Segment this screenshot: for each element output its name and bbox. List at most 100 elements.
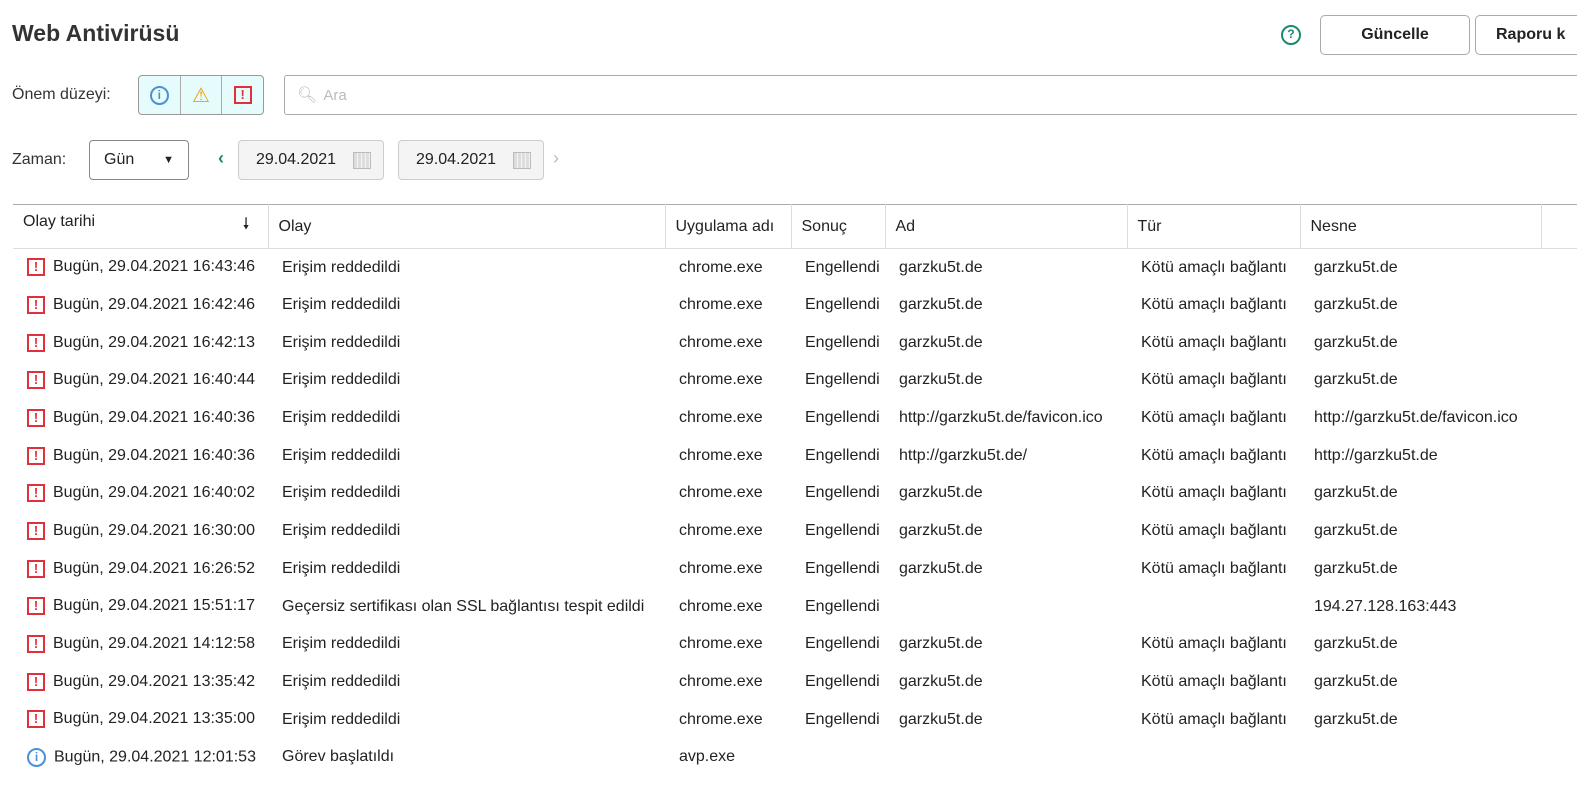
cell-result: Engellendi [805,409,880,427]
error-icon: ! [233,86,252,104]
cell-result: Engellendi [805,710,880,728]
events-table: Olay tarihi 🠗 Olay Uygulama adı Sonuç Ad … [13,204,1577,776]
cell-name: garzku5t.de [899,672,983,690]
date-from-field[interactable]: 29.04.2021 [238,140,384,180]
cell-result: Engellendi [805,333,880,351]
sort-arrow-icon: 🠗 [242,216,250,233]
column-header-object[interactable]: Nesne [1300,204,1542,249]
cell-type: Kötü amaçlı bağlantı [1141,635,1287,653]
cell-name [885,588,1127,626]
cell-object: garzku5t.de [1314,522,1398,540]
cell-name: garzku5t.de [899,635,983,653]
cell-date: i Bugün, 29.04.2021 12:01:53 [13,738,268,776]
column-header-app[interactable]: Uygulama adı [665,204,792,249]
calendar-icon[interactable] [353,151,371,169]
cell-object: 194.27.128.163:443 [1314,597,1457,615]
column-header-type[interactable]: Tür [1127,204,1301,249]
column-header-date[interactable]: Olay tarihi 🠗 [13,204,269,249]
cell-app-name: chrome.exe [679,710,763,728]
cell-object: garzku5t.de [1314,484,1398,502]
cell-app-name: chrome.exe [679,559,763,577]
cell-event: Erişim reddedildi [282,371,401,389]
chevron-down-icon: ▼ [163,154,174,166]
table-row[interactable]: ! Bugün, 29.04.2021 16:40:36 Erişim redded… [13,437,1577,475]
calendar-icon[interactable] [513,151,531,169]
cell-app-name: chrome.exe [679,409,763,427]
cell-date: ! Bugün, 29.04.2021 16:26:52 [13,550,268,588]
cell-event: Erişim reddedildi [282,296,401,314]
cell-object [1300,738,1541,776]
cell-name: http://garzku5t.de/ [899,446,1028,464]
error-icon: ! [27,635,45,654]
cell-name: garzku5t.de [899,258,983,276]
table-header: Olay tarihi 🠗 Olay Uygulama adı Sonuç Ad … [13,204,1577,249]
cell-event: Erişim reddedildi [282,710,401,728]
cell-name: garzku5t.de [899,333,983,351]
cell-type [1127,738,1300,776]
table-row[interactable]: ! Bugün, 29.04.2021 13:35:42 Erişim redded… [13,663,1577,701]
error-icon: ! [27,672,45,691]
column-header-event[interactable]: Olay [268,204,666,249]
cell-result: Engellendi [805,258,880,276]
table-row[interactable]: ! Bugün, 29.04.2021 15:51:17 Geçersiz sert… [13,588,1577,626]
error-icon: ! [27,258,45,277]
cell-result: Engellendi [805,597,880,615]
search-placeholder: Ara [323,86,347,104]
table-row[interactable]: ! Bugün, 29.04.2021 16:30:00 Erişim redded… [13,512,1577,550]
table-row[interactable]: ! Bugün, 29.04.2021 16:40:02 Erişim redded… [13,475,1577,513]
warning-icon: ⚠ [192,84,210,107]
cell-type: Kötü amaçlı bağlantı [1141,710,1287,728]
previous-date-button[interactable]: ‹ [218,148,224,169]
cell-type: Kötü amaçlı bağlantı [1141,409,1287,427]
cell-result: Engellendi [805,296,880,314]
cell-date: ! Bugün, 29.04.2021 16:30:00 [13,512,268,550]
cell-object: garzku5t.de [1314,333,1398,351]
table-row[interactable]: i Bugün, 29.04.2021 12:01:53 Görev başlatı… [13,738,1577,776]
cell-type: Kötü amaçlı bağlantı [1141,258,1287,276]
table-row[interactable]: ! Bugün, 29.04.2021 16:40:44 Erişim redded… [13,362,1577,400]
time-label: Zaman: [12,151,67,168]
cell-result: Engellendi [805,446,880,464]
cell-result: Engellendi [805,672,880,690]
cell-date: ! Bugün, 29.04.2021 16:40:44 [13,362,268,400]
table-row[interactable]: ! Bugün, 29.04.2021 13:35:00 Erişim redded… [13,701,1577,739]
table-row[interactable]: ! Bugün, 29.04.2021 16:26:52 Erişim redded… [13,550,1577,588]
column-header-result[interactable]: Sonuç [791,204,886,249]
cell-type: Kötü amaçlı bağlantı [1141,484,1287,502]
table-row[interactable]: ! Bugün, 29.04.2021 16:42:13 Erişim redded… [13,324,1577,362]
cell-app-name: chrome.exe [679,371,763,389]
table-row[interactable]: ! Bugün, 29.04.2021 14:12:58 Erişim redded… [13,625,1577,663]
cell-app-name: chrome.exe [679,446,763,464]
update-button[interactable]: Güncelle [1320,15,1470,55]
error-icon: ! [27,559,45,578]
cell-app-name: chrome.exe [679,484,763,502]
cell-type: Kötü amaçlı bağlantı [1141,446,1287,464]
period-value: Gün [104,151,135,168]
help-icon[interactable]: ? [1281,25,1301,45]
report-button[interactable]: Raporu k [1475,15,1577,55]
cell-app-name: chrome.exe [679,635,763,653]
column-header-name[interactable]: Ad [885,204,1128,249]
severity-info-toggle[interactable]: i [139,76,181,114]
cell-name: garzku5t.de [899,559,983,577]
cell-date: ! Bugün, 29.04.2021 13:35:00 [13,701,268,739]
table-row[interactable]: ! Bugün, 29.04.2021 16:40:36 Erişim redded… [13,399,1577,437]
error-icon: ! [27,371,45,390]
error-icon: ! [27,295,45,314]
cell-name: garzku5t.de [899,296,983,314]
cell-app-name: chrome.exe [679,597,763,615]
cell-event: Erişim reddedildi [282,559,401,577]
next-date-button[interactable]: › [553,148,559,169]
severity-warning-toggle[interactable]: ⚠ [181,76,223,114]
cell-event: Erişim reddedildi [282,333,401,351]
error-icon: ! [27,408,45,427]
cell-date: ! Bugün, 29.04.2021 13:35:42 [13,663,268,701]
table-row[interactable]: ! Bugün, 29.04.2021 16:42:46 Erişim redded… [13,286,1577,324]
error-icon: ! [27,710,45,729]
severity-label: Önem düzeyi: [12,86,111,103]
search-input[interactable]: 🔍︎ Ara [284,75,1577,115]
date-to-field[interactable]: 29.04.2021 [398,140,544,180]
table-row[interactable]: ! Bugün, 29.04.2021 16:43:46 Erişim redded… [13,249,1577,287]
severity-error-toggle[interactable]: ! [222,76,263,114]
period-select[interactable]: Gün ▼ [89,140,189,180]
